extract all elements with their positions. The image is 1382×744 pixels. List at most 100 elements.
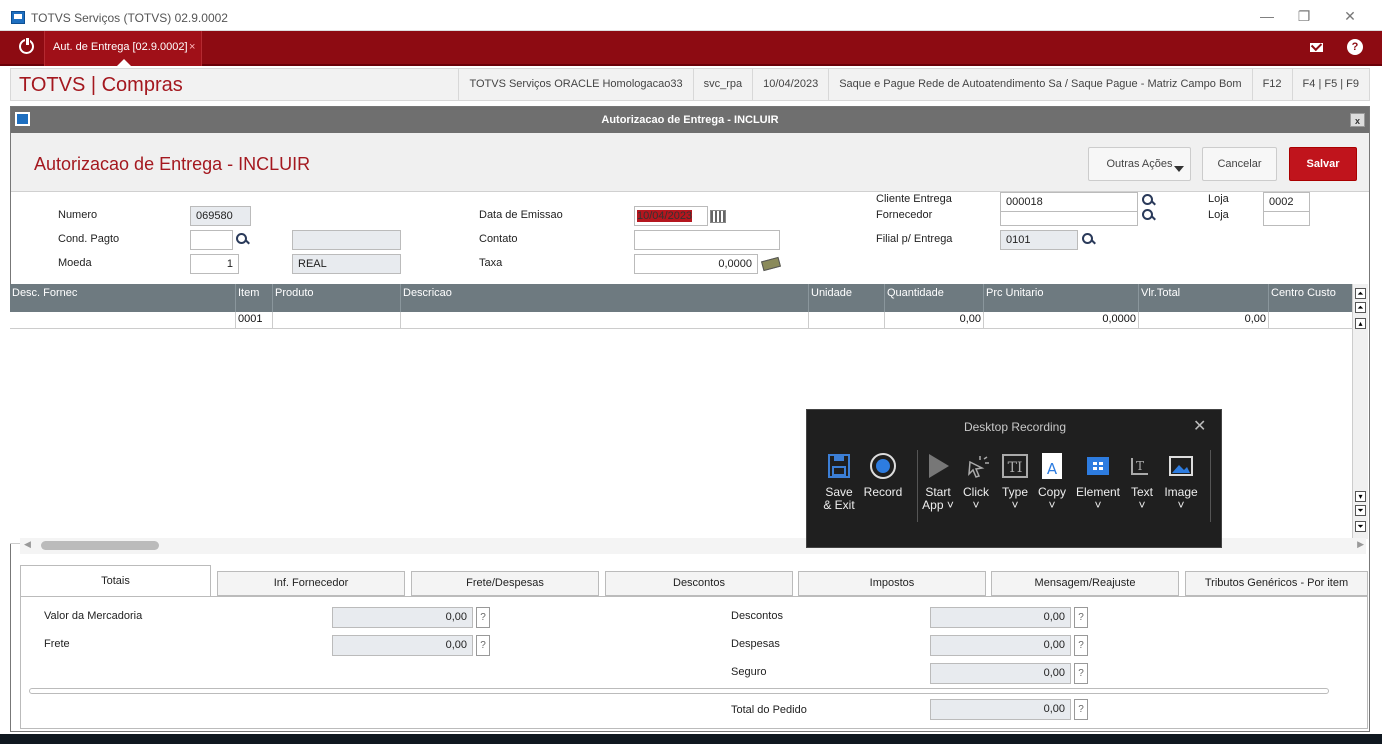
fornecedor-field[interactable] [1000,211,1138,226]
save-exit-button[interactable]: Save & Exit [821,452,857,512]
loja-field-1[interactable]: 0002 [1263,192,1310,212]
record-button[interactable]: Record [861,452,905,499]
tab-impostos[interactable]: Impostos [798,571,986,596]
cell-descricao[interactable] [401,312,809,329]
valor-mercadoria-field[interactable]: 0,00 [332,607,473,628]
scroll-bottom-icon[interactable]: ⏷ [1355,521,1366,532]
col-unidade[interactable]: Unidade [809,284,885,312]
tool-label: Click [963,485,989,499]
taxa-field[interactable]: 0,0000 [634,254,758,274]
scroll-top-icon[interactable]: ⏶ [1355,288,1366,299]
tool-sublabel: & Exit [823,498,855,512]
image-button[interactable]: Image ˅ [1161,452,1201,512]
cond-pagto-field[interactable] [190,230,233,250]
frete-label: Frete [44,638,70,650]
start-app-button[interactable]: Start App ˅ [921,452,955,512]
cell-item[interactable]: 0001 [236,312,273,329]
grid-vertical-scrollbar[interactable]: ⏶ ⏶ ▴ ▾ ⏷ ⏷ [1352,284,1368,539]
cell-quantidade[interactable]: 0,00 [885,312,984,329]
scroll-page-down-icon[interactable]: ⏷ [1355,505,1366,516]
cliente-entrega-search-icon[interactable] [1142,194,1156,208]
save-button[interactable]: Salvar [1289,147,1357,181]
col-desc-fornec[interactable]: Desc. Fornec [10,284,236,312]
cell-produto[interactable] [273,312,401,329]
tab-inf-fornecedor[interactable]: Inf. Fornecedor [217,571,405,596]
moeda-desc-field[interactable]: REAL [292,254,401,274]
outras-acoes-button[interactable]: Outras Ações [1088,147,1191,181]
type-button[interactable]: TI Type ˅ [998,452,1032,512]
filial-search-icon[interactable] [1082,233,1096,247]
environment-label[interactable]: TOTVS Serviços ORACLE Homologacao33 [458,69,692,100]
moeda-field[interactable]: 1 [190,254,239,274]
tab-totais[interactable]: Totais [20,565,211,596]
scroll-down-icon[interactable]: ▾ [1355,491,1366,502]
function-keys-shortcut[interactable]: F4 | F5 | F9 [1291,69,1369,100]
seguro-field[interactable]: 0,00 [930,663,1071,684]
calendar-icon[interactable] [710,210,726,223]
col-item[interactable]: Item [236,284,273,312]
scroll-up-icon[interactable]: ▴ [1355,318,1366,329]
click-button[interactable]: Click ˅ [959,452,993,512]
col-quantidade[interactable]: Quantidade [885,284,984,312]
filial-entrega-field[interactable]: 0101 [1000,230,1078,250]
scroll-right-icon[interactable]: ▶ [1357,539,1364,550]
text-button[interactable]: T Text ˅ [1127,452,1157,512]
tab-aut-entrega[interactable]: Aut. de Entrega [02.9.0002] × [44,31,202,66]
help-icon[interactable]: ? [476,607,490,628]
f12-shortcut[interactable]: F12 [1251,69,1292,100]
fornecedor-search-icon[interactable] [1142,209,1156,223]
cond-pagto-search-icon[interactable] [236,233,250,247]
help-icon[interactable]: ? [1347,39,1363,55]
user-label[interactable]: svc_rpa [692,69,753,100]
contato-label: Contato [479,233,518,245]
element-button[interactable]: Element ˅ [1073,452,1123,512]
date-label[interactable]: 10/04/2023 [752,69,828,100]
help-icon[interactable]: ? [476,635,490,656]
tab-frete-despesas[interactable]: Frete/Despesas [411,571,599,596]
contato-field[interactable] [634,230,780,250]
minimize-button[interactable]: — [1257,8,1277,24]
tab-close-icon[interactable]: × [189,41,195,53]
tool-label: Start [925,485,951,499]
cell-desc-fornec[interactable] [10,312,236,329]
scroll-page-up-icon[interactable]: ⏶ [1355,302,1366,313]
loja-field-2[interactable] [1263,211,1310,226]
col-prc-unitario[interactable]: Prc Unitario [984,284,1139,312]
frete-field[interactable]: 0,00 [332,635,473,656]
descontos-label: Descontos [731,610,783,622]
col-descricao[interactable]: Descricao [401,284,809,312]
despesas-field[interactable]: 0,00 [930,635,1071,656]
tool-label: Copy [1037,485,1066,499]
help-icon[interactable]: ? [1074,635,1088,656]
numero-field[interactable]: 069580 [190,206,251,226]
tab-mensagem-reajuste[interactable]: Mensagem/Reajuste [991,571,1179,596]
total-pedido-field[interactable]: 0,00 [930,699,1071,720]
company-label[interactable]: Saque e Pague Rede de Autoatendimento Sa… [828,69,1251,100]
cell-unidade[interactable] [809,312,885,329]
tab-tributos-genericos[interactable]: Tributos Genéricos - Por item [1185,571,1368,596]
power-icon[interactable] [19,38,34,54]
col-centro-custo[interactable]: Centro Custo [1269,284,1355,312]
cell-vlr-total[interactable]: 0,00 [1139,312,1269,329]
help-icon[interactable]: ? [1074,699,1088,720]
help-icon[interactable]: ? [1074,607,1088,628]
copy-button[interactable]: A Copy ˅ [1035,452,1069,512]
data-emissao-field[interactable]: 10/04/2023 [634,206,708,226]
cond-pagto-desc-field[interactable] [292,230,401,250]
cancel-button[interactable]: Cancelar [1202,147,1277,181]
mail-icon[interactable] [1310,43,1323,52]
maximize-button[interactable]: ❐ [1294,8,1314,25]
col-produto[interactable]: Produto [273,284,401,312]
dialog-close-icon[interactable]: x [1350,113,1365,127]
tab-descontos[interactable]: Descontos [605,571,793,596]
cliente-entrega-field[interactable]: 000018 [1000,192,1138,212]
cell-centro-custo[interactable] [1269,312,1355,329]
help-icon[interactable]: ? [1074,663,1088,684]
close-window-button[interactable]: ✕ [1340,8,1360,25]
scroll-thumb[interactable] [41,541,159,550]
cell-prc-unitario[interactable]: 0,0000 [984,312,1139,329]
descontos-field[interactable]: 0,00 [930,607,1071,628]
recording-close-icon[interactable]: ✕ [1193,416,1206,436]
scroll-left-icon[interactable]: ◀ [24,539,31,550]
col-vlr-total[interactable]: Vlr.Total [1139,284,1269,312]
